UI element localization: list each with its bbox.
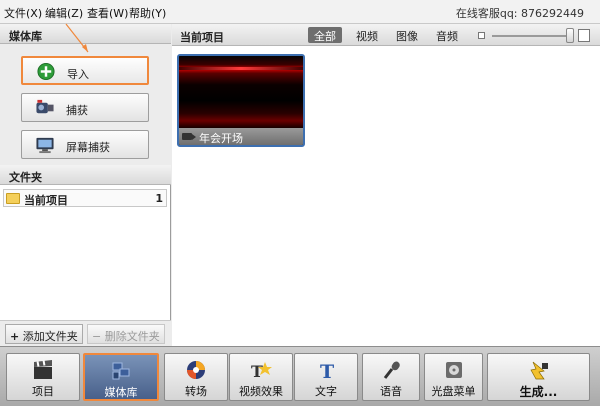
delete-folder-label: 删除文件夹 [104, 330, 160, 343]
zoom-in-icon[interactable] [578, 29, 590, 42]
media-thumbnail [179, 56, 303, 128]
library-header: 媒体库 [0, 24, 171, 44]
filter-all[interactable]: 全部 [308, 27, 342, 43]
delete-folder-button[interactable]: − 删除文件夹 [87, 324, 165, 344]
zoom-slider-handle[interactable] [566, 28, 574, 43]
video-effects-button-label: 视频效果 [239, 385, 283, 398]
project-header: 当前项目 全部 视频 图像 音频 [172, 24, 600, 46]
disc-menu-button-label: 光盘菜单 [431, 385, 476, 398]
project-button[interactable]: 项目 [6, 353, 80, 401]
library-buttons: 导入 捕获 屏幕捕获 [0, 44, 171, 184]
media-library-button[interactable]: 媒体库 [83, 353, 159, 401]
media-library-button-label: 媒体库 [104, 386, 138, 399]
svg-text:T: T [320, 361, 334, 380]
project-button-label: 项目 [32, 385, 54, 398]
disc-menu-icon [445, 362, 462, 378]
video-camera-icon [182, 133, 196, 140]
folder-count: 1 [155, 192, 163, 205]
menu-edit[interactable]: 编辑(Z) [45, 5, 83, 21]
thumbnail-light-streak [179, 67, 303, 70]
zoom-slider-track[interactable] [492, 35, 572, 37]
support-contact: 在线客服qq: 876292449 [455, 7, 584, 20]
filter-video[interactable]: 视频 [350, 27, 384, 43]
video-effects-button[interactable]: T 视频效果 [229, 353, 293, 401]
bottom-toolbar: 项目 媒体库 转场 T 视频效果 T 文字 语音 光盘菜单 生成... [0, 346, 600, 406]
voice-button[interactable]: 语音 [362, 353, 420, 401]
add-folder-button[interactable]: + 添加文件夹 [5, 324, 83, 344]
import-button[interactable]: 导入 [21, 56, 149, 85]
screen-capture-icon [36, 137, 54, 154]
menu-help[interactable]: 帮助(Y) [129, 5, 166, 21]
capture-label: 捕获 [66, 104, 88, 117]
camcorder-icon [36, 99, 54, 114]
capture-button[interactable]: 捕获 [21, 93, 149, 122]
clapperboard-icon [34, 360, 52, 379]
menu-view[interactable]: 查看(W) [87, 5, 128, 21]
filter-image[interactable]: 图像 [390, 27, 424, 43]
media-caption: 年会开场 [179, 128, 303, 145]
folder-item-current-project[interactable]: 当前项目 1 [3, 189, 167, 207]
filter-audio[interactable]: 音频 [430, 27, 464, 43]
generate-button-label: 生成... [519, 385, 558, 399]
import-icon [37, 62, 55, 81]
folders-header: 文件夹 [0, 165, 171, 185]
voice-button-label: 语音 [380, 385, 402, 398]
plus-icon: + [10, 330, 20, 343]
import-label: 导入 [67, 68, 89, 81]
text-button[interactable]: T 文字 [294, 353, 358, 401]
screen-capture-button[interactable]: 屏幕捕获 [21, 130, 149, 159]
video-effects-icon: T [251, 362, 272, 380]
project-panel: 当前项目 全部 视频 图像 音频 年会开场 [172, 24, 600, 346]
menu-bar: 文件(X) 编辑(Z) 查看(W) 帮助(Y) 在线客服qq: 87629244… [0, 0, 600, 24]
generate-button[interactable]: 生成... [487, 353, 590, 401]
folder-icon [6, 193, 20, 204]
media-name: 年会开场 [199, 132, 243, 145]
microphone-icon [383, 361, 400, 379]
zoom-out-icon[interactable] [478, 32, 485, 39]
folder-label: 当前项目 [24, 194, 68, 207]
generate-icon [529, 361, 548, 380]
transition-icon [187, 361, 205, 379]
menu-file[interactable]: 文件(X) [4, 5, 42, 21]
media-library-icon [112, 362, 130, 380]
disc-menu-button[interactable]: 光盘菜单 [424, 353, 483, 401]
folder-tools: + 添加文件夹 − 删除文件夹 [0, 320, 171, 346]
svg-text:T: T [251, 362, 263, 380]
project-title: 当前项目 [180, 31, 224, 44]
transition-button-label: 转场 [185, 385, 207, 398]
transition-button[interactable]: 转场 [164, 353, 228, 401]
minus-icon: − [92, 330, 102, 343]
screen-capture-label: 屏幕捕获 [66, 141, 110, 154]
media-item[interactable]: 年会开场 [177, 54, 305, 147]
text-icon: T [320, 361, 334, 380]
add-folder-label: 添加文件夹 [22, 330, 78, 343]
left-panel: 媒体库 导入 捕获 屏幕捕获 文件夹 当前项目 1 + 添加文件夹 − 删除文件… [0, 24, 171, 346]
text-button-label: 文字 [315, 385, 337, 398]
